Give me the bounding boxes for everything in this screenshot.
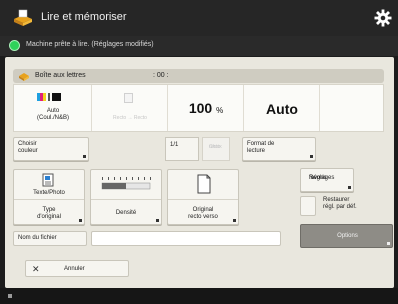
menu-indicator-icon	[79, 219, 82, 222]
original-content-button[interactable]: Original recto verso	[167, 169, 239, 225]
sided-value: Recto → Recto	[113, 115, 147, 121]
scan-size-label: Format de lecture	[247, 141, 275, 154]
select-color-button[interactable]: Choisir couleur	[13, 137, 89, 161]
options-button[interactable]: Options	[300, 224, 393, 248]
screen: Lire et mémoriser Machine prête à lire. …	[0, 0, 398, 304]
cancel-button[interactable]: ✕ Annuler	[25, 260, 129, 277]
original-type-preview: Texte/Photo	[14, 170, 84, 200]
menu-indicator-icon	[387, 242, 390, 245]
page-indicator: 1/1	[165, 137, 199, 161]
status-bar: Machine prête à lire. (Réglages modifiés…	[0, 36, 398, 56]
header-bar: Lire et mémoriser	[0, 0, 398, 36]
page-select-button: Choix recto	[202, 137, 230, 161]
favorite-settings-button[interactable]: Réglages favoris	[300, 168, 354, 192]
original-content-line1: Original	[192, 207, 214, 213]
app-title: Lire et mémoriser	[41, 11, 127, 23]
footer-indicator	[8, 294, 12, 298]
menu-indicator-icon	[310, 155, 313, 158]
zoom-number: 100	[188, 100, 213, 116]
menu-indicator-icon	[83, 155, 86, 158]
reset-defaults-button[interactable]	[300, 196, 316, 216]
menu-indicator-icon	[156, 219, 159, 222]
cancel-label: Annuler	[64, 266, 85, 272]
mailbox-bar: Boîte aux lettres : 00 :	[13, 69, 384, 83]
scan-store-app-icon	[14, 9, 32, 26]
menu-indicator-icon	[233, 219, 236, 222]
file-name-field[interactable]	[91, 231, 281, 246]
reset-defaults-label: Restaurer régl. par déf.	[323, 197, 357, 210]
zoom-value: 100 %	[168, 100, 244, 116]
density-preview	[91, 170, 161, 200]
page-icon	[124, 93, 133, 103]
density-slider-icon	[101, 177, 151, 190]
color-mode-line2: (Coul./N&B)	[36, 115, 69, 121]
status-message: Machine prête à lire. (Réglages modifiés…	[26, 41, 154, 48]
density-button[interactable]: Densité	[90, 169, 162, 225]
zoom-unit: %	[216, 106, 224, 115]
original-type-button[interactable]: Texte/Photo Type d'original	[13, 169, 85, 225]
select-color-label: Choisir couleur	[18, 141, 38, 154]
original-type-value: Texte/Photo	[33, 190, 65, 196]
status-ok-icon	[9, 40, 20, 51]
mailbox-icon	[19, 73, 29, 81]
document-type-icon	[42, 173, 54, 187]
color-mode-icon	[37, 93, 61, 101]
summary-scan-size[interactable]: Auto	[244, 85, 320, 131]
settings-summary: Auto (Coul./N&B) Recto → Recto 100 % Aut…	[13, 84, 384, 132]
original-page-icon	[197, 174, 211, 194]
original-content-line2: recto verso	[188, 214, 218, 220]
density-label: Densité	[115, 210, 137, 216]
mailbox-label: Boîte aux lettres	[35, 72, 86, 79]
original-type-line1: Type	[42, 207, 56, 213]
settings-panel: Boîte aux lettres : 00 : Auto (Coul./N&B…	[5, 57, 394, 288]
original-content-preview	[168, 170, 238, 200]
summary-color-mode[interactable]: Auto (Coul./N&B)	[14, 85, 92, 131]
file-name-button[interactable]: Nom du fichier	[13, 231, 87, 246]
color-mode-line1: Auto	[46, 108, 60, 114]
footer-bar	[0, 288, 398, 304]
close-icon: ✕	[32, 264, 40, 274]
summary-zoom[interactable]: 100 %	[168, 85, 244, 131]
menu-indicator-icon	[348, 186, 351, 189]
scan-size-value: Auto	[266, 101, 298, 117]
summary-sided: Recto → Recto	[92, 85, 168, 131]
original-type-line2: d'original	[37, 214, 61, 220]
mailbox-number: : 00 :	[153, 72, 169, 79]
gear-icon[interactable]	[374, 9, 392, 27]
scan-size-button[interactable]: Format de lecture	[242, 137, 316, 161]
